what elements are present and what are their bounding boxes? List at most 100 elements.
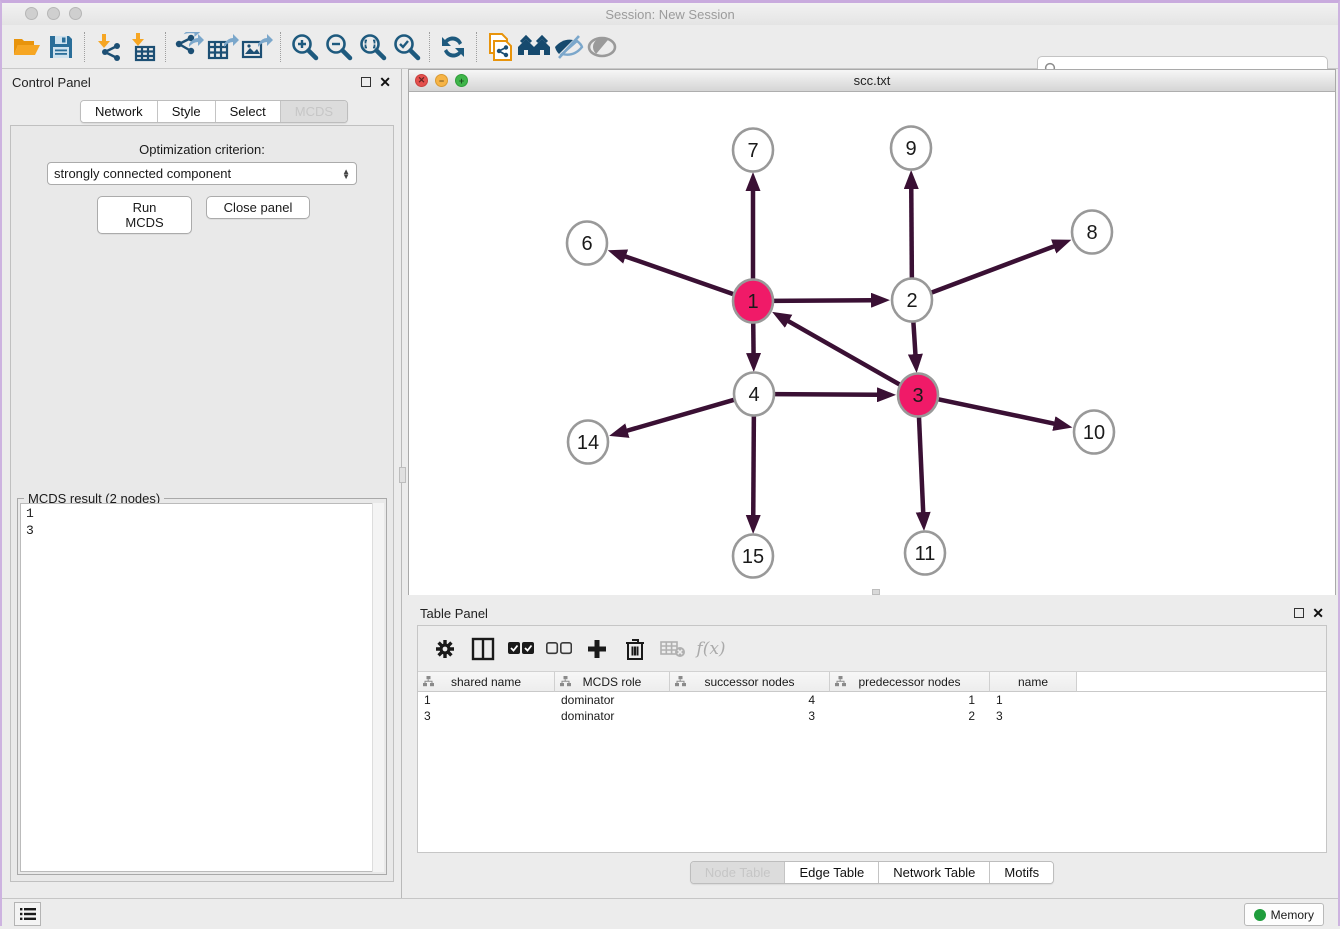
graph-edge-1-2[interactable] <box>772 300 872 301</box>
network-window-title: scc.txt <box>409 73 1335 88</box>
column-header-shared-name[interactable]: shared name <box>418 672 555 692</box>
graph-edge-3-11[interactable] <box>919 414 923 513</box>
close-panel-button[interactable]: Close panel <box>206 196 310 219</box>
column-header-predecessor-nodes[interactable]: predecessor nodes <box>830 672 990 692</box>
tab-mcds[interactable]: MCDS <box>281 101 347 122</box>
table-cell[interactable]: 1 <box>830 692 990 708</box>
tab-edge-table[interactable]: Edge Table <box>785 862 879 883</box>
memory-button[interactable]: Memory <box>1244 903 1324 926</box>
list-icon <box>20 907 36 921</box>
zoom-in-icon[interactable] <box>287 30 321 64</box>
save-session-icon[interactable] <box>44 30 78 64</box>
table-row[interactable]: 3dominator323 <box>418 708 1326 724</box>
clone-network-icon[interactable] <box>483 30 517 64</box>
tab-network[interactable]: Network <box>81 101 158 122</box>
table-panel: Table Panel ✕ <box>408 600 1336 891</box>
status-bar: Memory <box>2 898 1338 929</box>
open-session-icon[interactable] <box>10 30 44 64</box>
table-cell[interactable]: 3 <box>990 708 1077 724</box>
network-view-window: ✕ − + scc.txt 1234678910111415 <box>408 69 1336 595</box>
table-panel-header: Table Panel ✕ <box>408 600 1336 626</box>
delete-column-icon[interactable] <box>618 632 652 666</box>
panel-splitter-handle[interactable] <box>399 467 406 483</box>
control-panel: Control Panel ✕ Network Style Select MCD… <box>2 69 402 898</box>
tab-network-table[interactable]: Network Table <box>879 862 990 883</box>
table-cell[interactable]: 2 <box>830 708 990 724</box>
network-close-icon[interactable]: ✕ <box>415 74 428 87</box>
network-resize-grip[interactable] <box>872 589 880 595</box>
close-table-panel-icon[interactable]: ✕ <box>1312 608 1324 618</box>
toolbar-separator <box>280 32 281 62</box>
network-window-titlebar[interactable]: ✕ − + scc.txt <box>409 70 1335 92</box>
show-hidden-icon[interactable] <box>585 30 619 64</box>
graph-edge-2-9[interactable] <box>911 188 912 281</box>
zoom-selected-icon[interactable] <box>389 30 423 64</box>
graph-node-label: 15 <box>742 546 764 568</box>
table-cell[interactable]: 4 <box>670 692 830 708</box>
float-table-panel-icon[interactable] <box>1294 608 1304 618</box>
network-minimize-icon[interactable]: − <box>435 74 448 87</box>
tab-motifs[interactable]: Motifs <box>990 862 1053 883</box>
column-layout-icon[interactable] <box>466 632 500 666</box>
criterion-dropdown[interactable]: strongly connected component ▲▼ <box>47 162 357 185</box>
graph-node-label: 7 <box>747 140 758 162</box>
graph-node-label: 10 <box>1083 422 1105 444</box>
graph-edge-2-8[interactable] <box>930 246 1055 293</box>
task-history-button[interactable] <box>14 902 41 926</box>
network-maximize-icon[interactable]: + <box>455 74 468 87</box>
control-panel-tabs: Network Style Select MCDS <box>80 100 348 123</box>
control-panel-title: Control Panel <box>12 75 91 90</box>
export-image-icon[interactable] <box>240 30 274 64</box>
tab-node-table[interactable]: Node Table <box>691 862 786 883</box>
float-panel-icon[interactable] <box>361 77 371 87</box>
import-network-icon[interactable] <box>91 30 125 64</box>
mcds-result-list[interactable]: 1 3 <box>20 503 384 872</box>
column-header-name[interactable]: name <box>990 672 1077 692</box>
run-mcds-button[interactable]: Run MCDS <box>97 196 192 234</box>
app-titlebar: Session: New Session <box>2 3 1338 25</box>
deselect-all-columns-icon[interactable] <box>542 632 576 666</box>
graph-edge-2-3[interactable] <box>913 319 915 355</box>
column-header-MCDS-role[interactable]: MCDS role <box>555 672 670 692</box>
toolbar-separator <box>476 32 477 62</box>
table-row[interactable]: 1dominator411 <box>418 692 1326 708</box>
apply-layout-icon[interactable] <box>436 30 470 64</box>
column-header-successor-nodes[interactable]: successor nodes <box>670 672 830 692</box>
table-cell[interactable]: dominator <box>555 692 670 708</box>
graph-node-label: 8 <box>1086 222 1097 244</box>
close-panel-icon[interactable]: ✕ <box>379 77 391 87</box>
node-table-container: f(x) shared nameMCDS rolesuccessor nodes… <box>417 625 1327 853</box>
graph-edge-4-14[interactable] <box>626 399 735 431</box>
toolbar-separator <box>429 32 430 62</box>
graph-edge-3-10[interactable] <box>937 399 1055 424</box>
table-cell[interactable]: dominator <box>555 708 670 724</box>
network-graph[interactable]: 1234678910111415 <box>409 92 1335 595</box>
export-network-icon[interactable] <box>172 30 206 64</box>
show-all-nodes-icon[interactable] <box>517 30 551 64</box>
import-table-icon[interactable] <box>125 30 159 64</box>
control-panel-header: Control Panel ✕ <box>2 69 401 95</box>
tab-style[interactable]: Style <box>158 101 216 122</box>
table-cell[interactable]: 3 <box>418 708 555 724</box>
table-cell[interactable]: 3 <box>670 708 830 724</box>
criterion-value: strongly connected component <box>54 166 231 181</box>
add-column-icon[interactable] <box>580 632 614 666</box>
graph-edge-3-1[interactable] <box>788 321 902 386</box>
export-table-icon[interactable] <box>206 30 240 64</box>
dropdown-stepper-icon: ▲▼ <box>342 169 350 179</box>
zoom-fit-icon[interactable] <box>355 30 389 64</box>
result-scrollbar[interactable] <box>372 503 384 872</box>
table-settings-icon[interactable] <box>428 632 462 666</box>
hide-selected-icon[interactable] <box>551 30 585 64</box>
graph-edge-4-3[interactable] <box>773 394 878 395</box>
tab-select[interactable]: Select <box>216 101 281 122</box>
network-canvas[interactable]: 1234678910111415 <box>409 92 1335 595</box>
graph-edge-4-15[interactable] <box>753 413 754 516</box>
table-cell[interactable]: 1 <box>990 692 1077 708</box>
mcds-result-group: MCDS result (2 nodes) 1 3 <box>17 498 387 875</box>
graph-edge-1-6[interactable] <box>625 256 735 295</box>
table-cell[interactable]: 1 <box>418 692 555 708</box>
zoom-out-icon[interactable] <box>321 30 355 64</box>
table-body: 1dominator4113dominator323 <box>418 692 1326 724</box>
select-all-columns-icon[interactable] <box>504 632 538 666</box>
